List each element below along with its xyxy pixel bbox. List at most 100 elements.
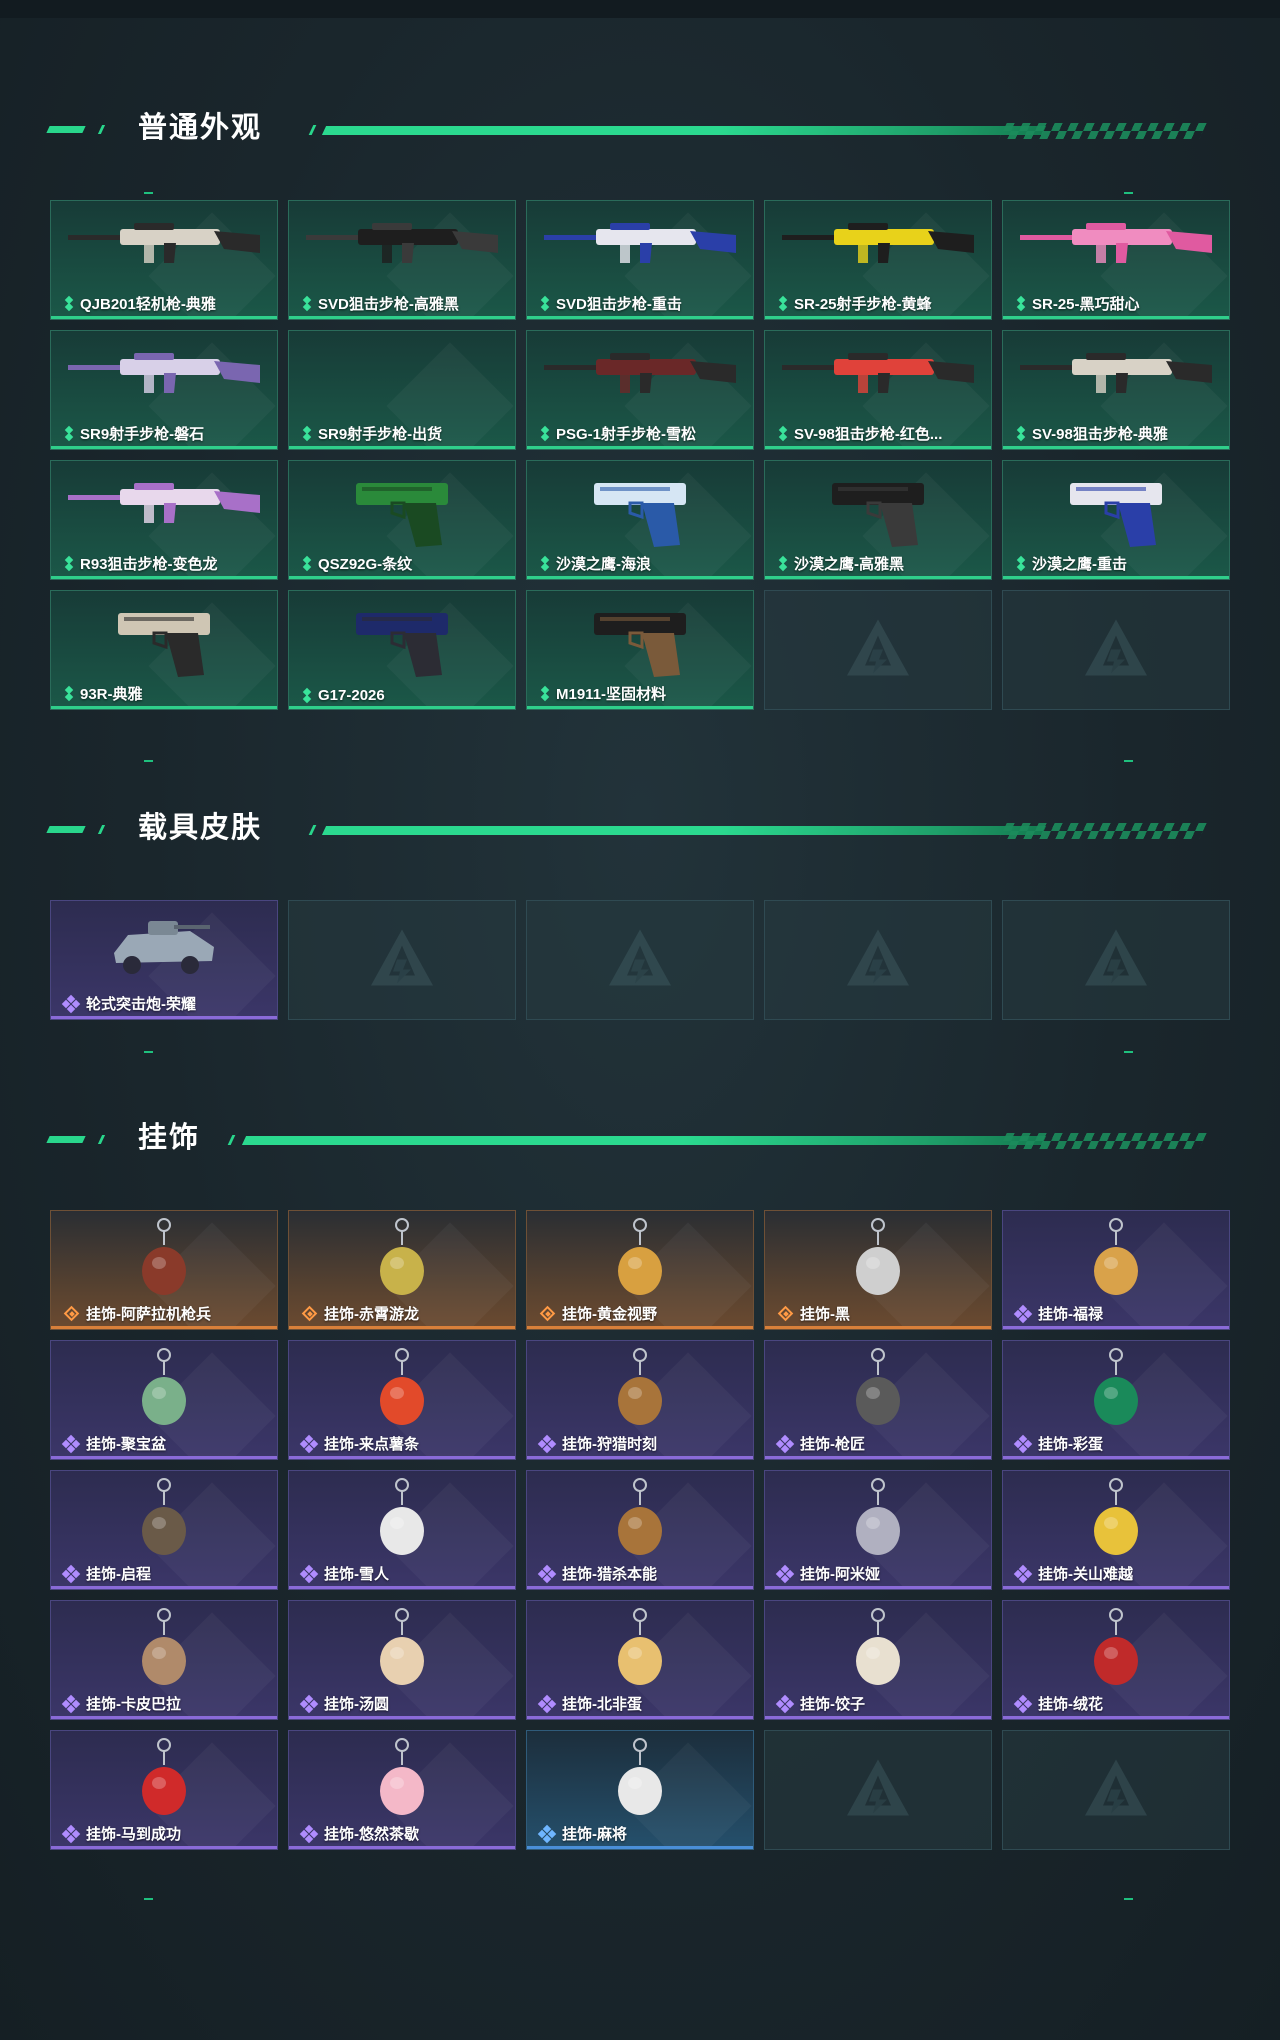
item-card[interactable]: 挂饰-黑 — [764, 1210, 992, 1330]
charm-image — [1081, 1347, 1151, 1442]
item-card[interactable]: SR-25-黑巧甜心 — [1002, 200, 1230, 320]
item-card[interactable]: G17-2026 — [288, 590, 516, 710]
item-name: 挂饰-福禄 — [1038, 1306, 1103, 1323]
item-card[interactable]: 沙漠之鹰-海浪 — [526, 460, 754, 580]
item-card[interactable]: SR9射手步枪-磐石 — [50, 330, 278, 450]
charm-image — [843, 1347, 913, 1442]
item-label-row: SR9射手步枪-出货 — [301, 423, 442, 444]
section-title: 普通外观 — [138, 112, 263, 144]
item-name: SVD狙击步枪-重击 — [556, 296, 682, 313]
item-label-row: 挂饰-绒花 — [1013, 1693, 1103, 1714]
item-card[interactable]: 挂饰-聚宝盆 — [50, 1340, 278, 1460]
item-card[interactable]: 挂饰-猎杀本能 — [526, 1470, 754, 1590]
item-card[interactable]: SR9射手步枪-出货 — [288, 330, 516, 450]
rifle-image — [64, 213, 264, 278]
item-name: PSG-1射手步枪-雪松 — [556, 426, 697, 443]
item-card[interactable]: 挂饰-阿米娅 — [764, 1470, 992, 1590]
rarity-diamond-icon — [63, 687, 75, 701]
item-card[interactable]: 挂饰-黄金视野 — [526, 1210, 754, 1330]
item-name: 沙漠之鹰-高雅黑 — [794, 556, 904, 573]
item-label-row: 挂饰-悠然茶歇 — [299, 1823, 419, 1844]
item-card[interactable]: 93R-典雅 — [50, 590, 278, 710]
item-name: 挂饰-黑 — [800, 1306, 850, 1323]
charm-image — [1081, 1217, 1151, 1312]
item-name: G17-2026 — [318, 687, 385, 704]
item-card[interactable]: 挂饰-福禄 — [1002, 1210, 1230, 1330]
item-card[interactable]: 挂饰-关山难越 — [1002, 1470, 1230, 1590]
item-card[interactable]: SV-98狙击步枪-典雅 — [1002, 330, 1230, 450]
charm-image — [129, 1607, 199, 1702]
top-bar — [0, 0, 1280, 18]
item-card[interactable]: 挂饰-悠然茶歇 — [288, 1730, 516, 1850]
rarity-diamond-icon — [539, 297, 551, 311]
header-checker-pattern — [999, 823, 1207, 839]
item-card[interactable]: 挂饰-来点薯条 — [288, 1340, 516, 1460]
rarity-diamond-icon — [299, 1694, 319, 1713]
rarity-diamond-icon — [1013, 1564, 1033, 1583]
item-card[interactable]: 挂饰-彩蛋 — [1002, 1340, 1230, 1460]
item-card[interactable]: 沙漠之鹰-高雅黑 — [764, 460, 992, 580]
rifle-image — [778, 213, 978, 278]
rifle-image — [1016, 213, 1216, 278]
rarity-diamond-icon — [537, 1564, 557, 1583]
item-name: 挂饰-饺子 — [800, 1696, 865, 1713]
item-card[interactable]: 挂饰-启程 — [50, 1470, 278, 1590]
charm-image — [367, 1347, 437, 1442]
item-card[interactable]: 沙漠之鹰-重击 — [1002, 460, 1230, 580]
item-card[interactable]: SR-25射手步枪-黄蜂 — [764, 200, 992, 320]
rarity-diamond-icon — [777, 557, 789, 571]
item-card[interactable]: QSZ92G-条纹 — [288, 460, 516, 580]
rifle-image — [64, 473, 264, 538]
item-label-row: 轮式突击炮-荣耀 — [61, 993, 196, 1014]
rarity-diamond-icon — [299, 1564, 319, 1583]
rarity-diamond-icon — [63, 427, 75, 441]
item-card[interactable]: 挂饰-狩猎时刻 — [526, 1340, 754, 1460]
item-card[interactable]: SV-98狙击步枪-红色... — [764, 330, 992, 450]
item-label-row: M1911-坚固材料 — [539, 683, 666, 704]
item-card[interactable]: SVD狙击步枪-重击 — [526, 200, 754, 320]
rarity-diamond-icon — [777, 427, 789, 441]
item-card[interactable]: M1911-坚固材料 — [526, 590, 754, 710]
item-card[interactable]: 挂饰-北非蛋 — [526, 1600, 754, 1720]
item-card[interactable]: 挂饰-阿萨拉机枪兵 — [50, 1210, 278, 1330]
item-card[interactable]: 挂饰-马到成功 — [50, 1730, 278, 1850]
item-name: 挂饰-阿米娅 — [800, 1566, 880, 1583]
item-card[interactable]: QJB201轻机枪-典雅 — [50, 200, 278, 320]
rarity-diamond-icon — [775, 1434, 795, 1453]
empty-slot — [764, 590, 992, 710]
vehicle-image — [104, 913, 224, 988]
item-label-row: 挂饰-狩猎时刻 — [537, 1433, 657, 1454]
item-name: 挂饰-黄金视野 — [562, 1306, 657, 1323]
item-name: 挂饰-猎杀本能 — [562, 1566, 657, 1583]
item-card[interactable]: 挂饰-麻将 — [526, 1730, 754, 1850]
section-marker — [144, 1051, 153, 1053]
item-name: 挂饰-狩猎时刻 — [562, 1436, 657, 1453]
item-card[interactable]: 挂饰-枪匠 — [764, 1340, 992, 1460]
item-name: 沙漠之鹰-重击 — [1032, 556, 1127, 573]
item-card[interactable]: 挂饰-赤霄游龙 — [288, 1210, 516, 1330]
charm-image — [605, 1737, 675, 1832]
item-card[interactable]: SVD狙击步枪-高雅黑 — [288, 200, 516, 320]
item-name: 挂饰-关山难越 — [1038, 1566, 1133, 1583]
item-card[interactable]: PSG-1射手步枪-雪松 — [526, 330, 754, 450]
rarity-diamond-icon — [61, 1824, 81, 1843]
item-label-row: 挂饰-聚宝盆 — [61, 1433, 166, 1454]
item-name: QJB201轻机枪-典雅 — [80, 296, 216, 313]
item-card[interactable]: 挂饰-卡皮巴拉 — [50, 1600, 278, 1720]
item-card[interactable]: 挂饰-饺子 — [764, 1600, 992, 1720]
item-card[interactable]: 挂饰-汤圆 — [288, 1600, 516, 1720]
item-card[interactable]: 轮式突击炮-荣耀 — [50, 900, 278, 1020]
header-accent-bar — [46, 826, 86, 833]
item-card[interactable]: 挂饰-雪人 — [288, 1470, 516, 1590]
item-card[interactable]: R93狙击步枪-变色龙 — [50, 460, 278, 580]
item-label-row: 挂饰-阿米娅 — [775, 1563, 880, 1584]
charm-image — [367, 1737, 437, 1832]
section-header-vehicles: 载具皮肤 — [46, 808, 1228, 848]
item-card[interactable]: 挂饰-绒花 — [1002, 1600, 1230, 1720]
header-line-tick — [308, 825, 317, 835]
pistol-image — [104, 603, 224, 688]
item-label-row: 挂饰-饺子 — [775, 1693, 865, 1714]
placeholder-logo-icon — [605, 926, 675, 995]
item-name: SV-98狙击步枪-红色... — [794, 426, 943, 443]
item-name: 挂饰-聚宝盆 — [86, 1436, 166, 1453]
